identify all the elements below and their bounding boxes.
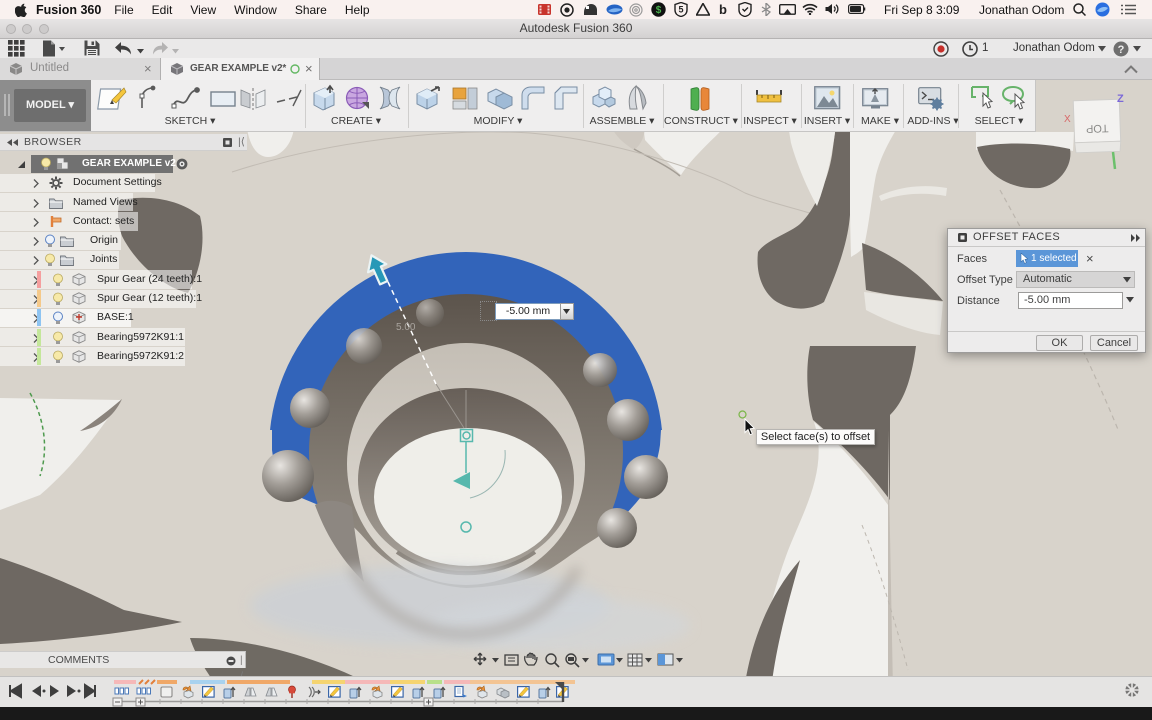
svg-text:X: X <box>1064 114 1071 125</box>
svg-text:5: 5 <box>678 5 683 15</box>
svg-text:$: $ <box>656 5 662 16</box>
svg-text:Z: Z <box>1117 93 1124 105</box>
svg-text:b: b <box>719 2 727 17</box>
svg-text:TOP: TOP <box>1086 122 1109 135</box>
svg-text:5.00: 5.00 <box>396 322 416 333</box>
svg-text:?: ? <box>1118 44 1125 56</box>
